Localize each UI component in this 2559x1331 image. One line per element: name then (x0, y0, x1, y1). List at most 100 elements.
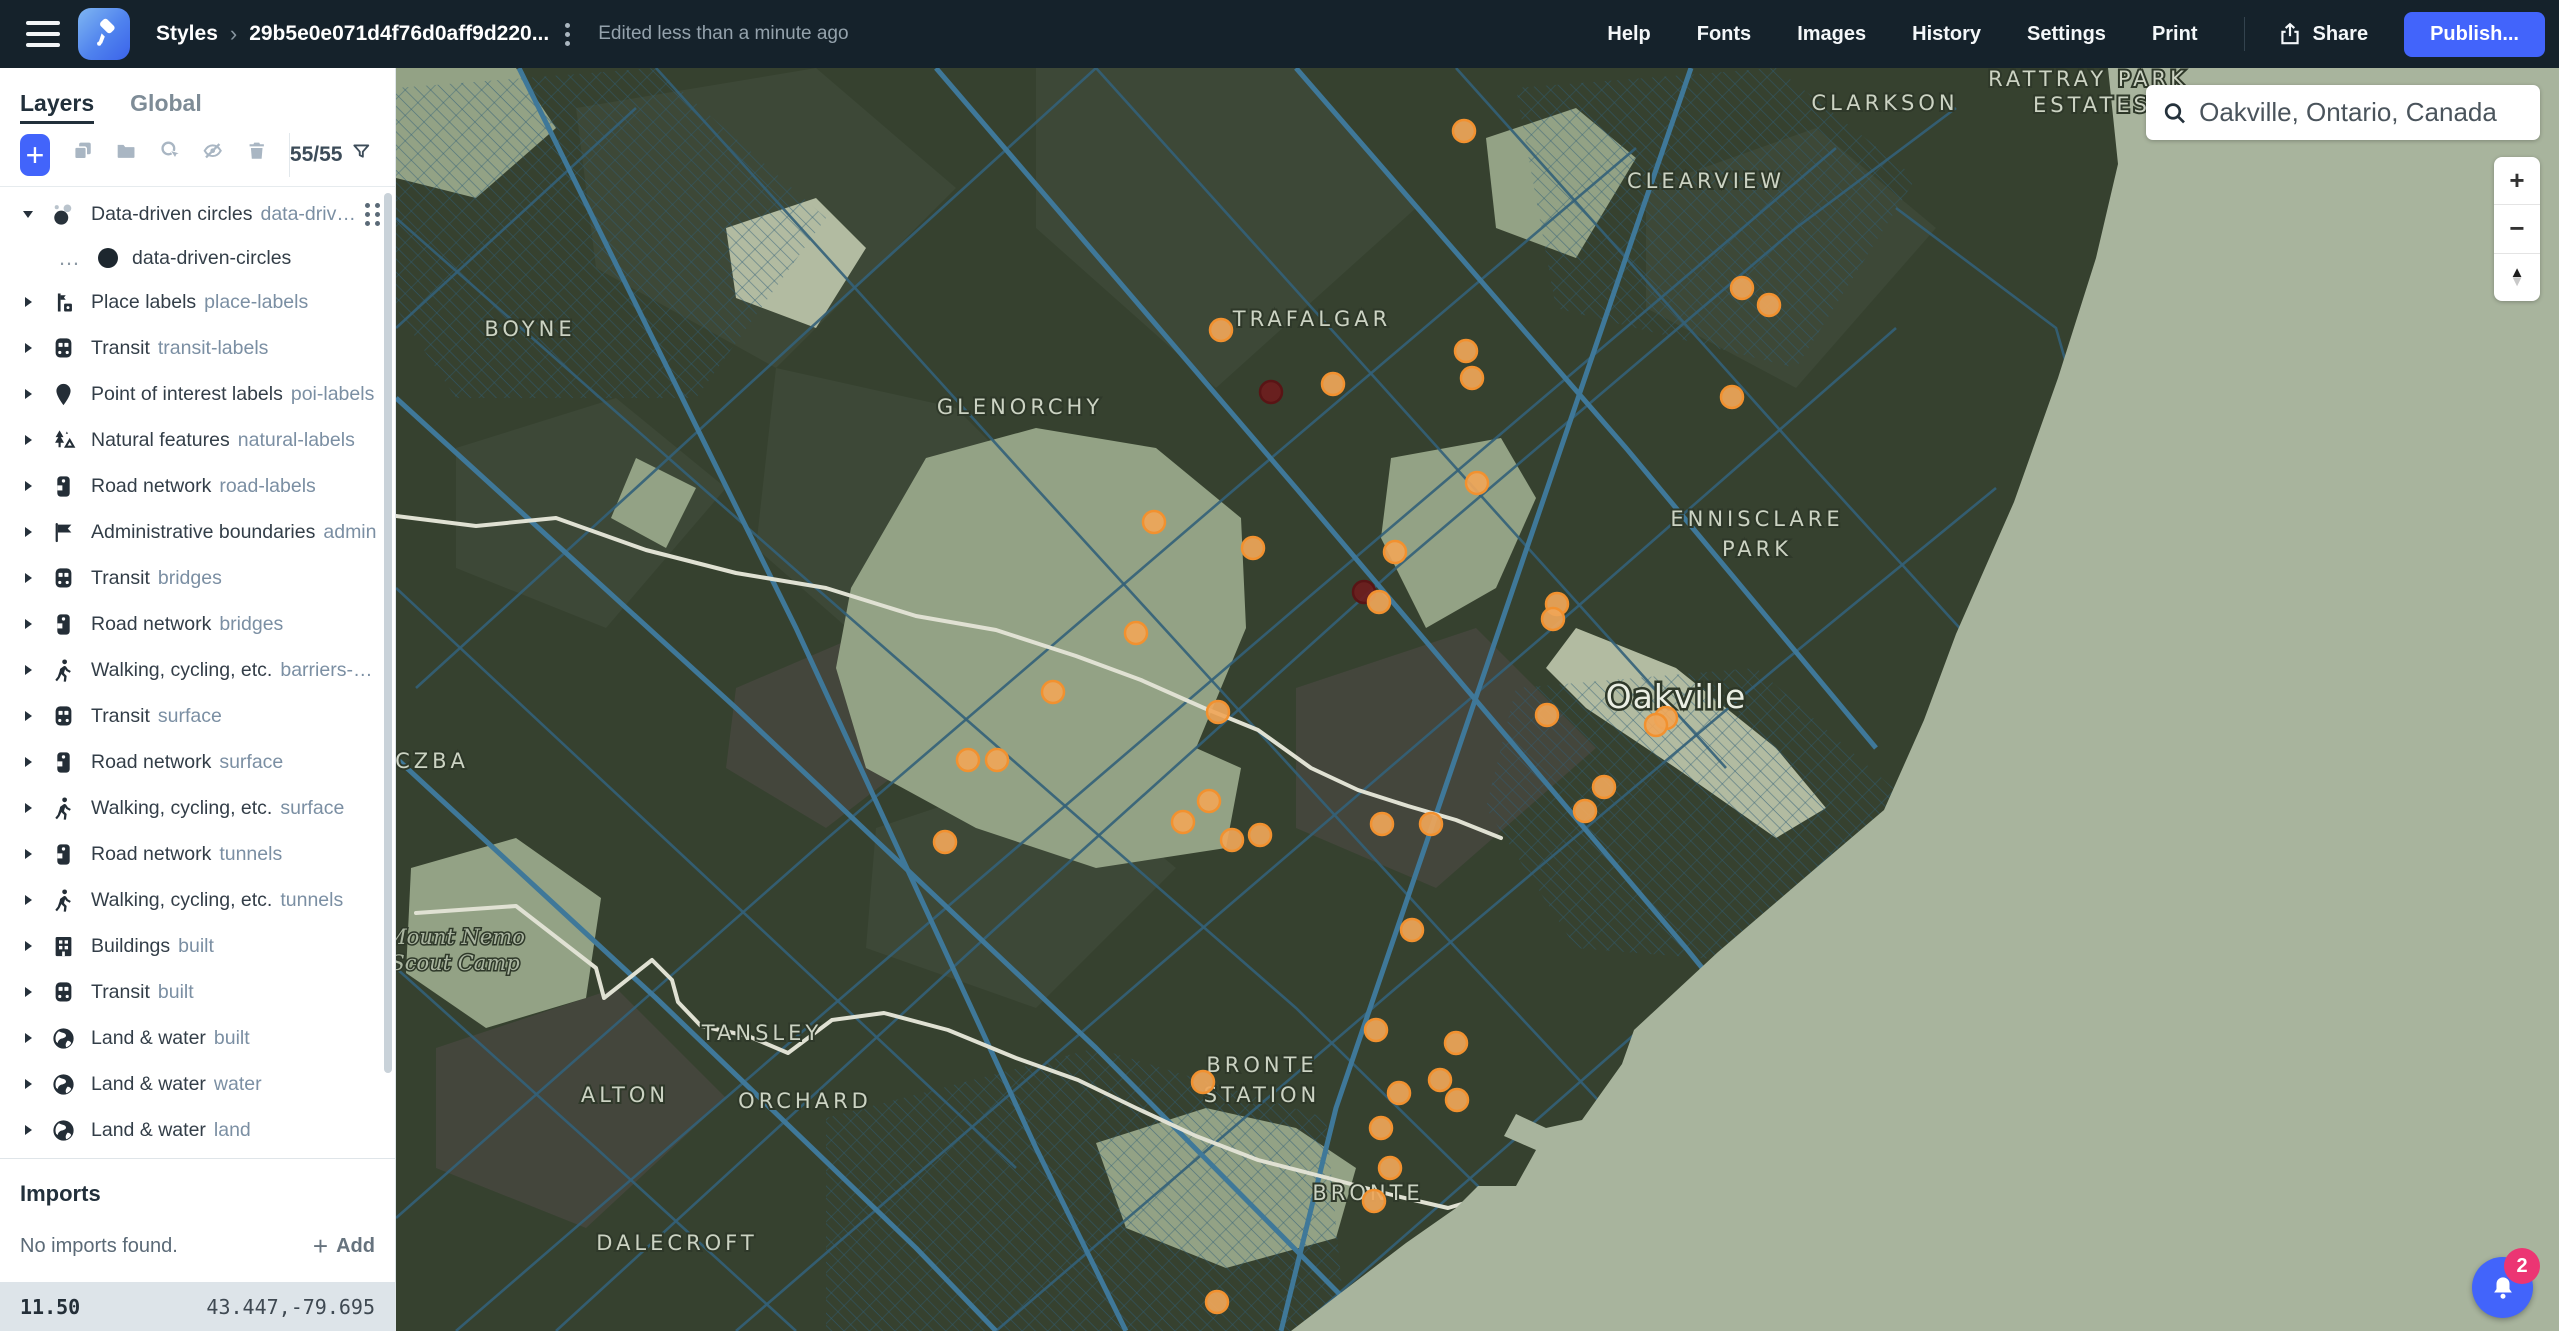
caret-right-icon[interactable] (20, 340, 36, 356)
map-data-circle[interactable] (1466, 472, 1488, 494)
map-data-circle[interactable] (986, 749, 1008, 771)
layer-group-row-expanded[interactable]: Data-driven circles data-driven-ci (0, 191, 395, 237)
caret-right-icon[interactable] (20, 754, 36, 770)
map-data-circle[interactable] (1242, 537, 1264, 559)
sidebar-scrollbar[interactable] (384, 193, 392, 1073)
map-data-circle[interactable] (1536, 704, 1558, 726)
layer-group-row-built[interactable]: Transitbuilt (0, 969, 395, 1015)
map-data-circle[interactable] (1574, 800, 1596, 822)
map-data-circle[interactable] (1370, 1117, 1392, 1139)
map-data-circle[interactable] (1206, 1291, 1228, 1313)
map-data-circle[interactable] (1455, 340, 1477, 362)
caret-right-icon[interactable] (20, 800, 36, 816)
map-data-circle[interactable] (1192, 1071, 1214, 1093)
map-data-circle[interactable] (934, 831, 956, 853)
layer-group-row-surface[interactable]: Walking, cycling, etc.surface (0, 785, 395, 831)
map-data-circle[interactable] (1143, 511, 1165, 533)
caret-right-icon[interactable] (20, 616, 36, 632)
tab-global[interactable]: Global (130, 90, 202, 124)
notifications-bell-button[interactable]: 2 (2472, 1257, 2533, 1318)
mapbox-studio-logo-icon[interactable] (78, 8, 130, 60)
zoom-out-button[interactable]: − (2494, 204, 2540, 252)
map-data-circle[interactable] (1379, 1157, 1401, 1179)
caret-right-icon[interactable] (20, 570, 36, 586)
caret-right-icon[interactable] (20, 938, 36, 954)
tab-layers[interactable]: Layers (20, 90, 94, 124)
caret-right-icon[interactable] (20, 524, 36, 540)
caret-right-icon[interactable] (20, 1122, 36, 1138)
map-data-circle[interactable] (1453, 120, 1475, 142)
caret-right-icon[interactable] (20, 1076, 36, 1092)
caret-right-icon[interactable] (20, 1030, 36, 1046)
map-data-circle[interactable] (1758, 294, 1780, 316)
map-data-circle[interactable] (1249, 824, 1271, 846)
compass-button[interactable]: ▲▼ (2494, 253, 2540, 301)
caret-right-icon[interactable] (20, 662, 36, 678)
layer-group-row-poi-labels[interactable]: Point of interest labelspoi-labels (0, 371, 395, 417)
filter-layers-funnel-icon[interactable] (352, 142, 371, 168)
map-data-circle[interactable] (1125, 622, 1147, 644)
breadcrumb-style-name[interactable]: 29b5e0e071d4f76d0aff9d220... (249, 22, 549, 46)
nav-item-fonts[interactable]: Fonts (1697, 23, 1751, 46)
map-data-circle[interactable] (1371, 813, 1393, 835)
publish-button[interactable]: Publish... (2404, 12, 2545, 57)
delete-layer-trash-icon[interactable] (246, 140, 267, 170)
style-options-kebab-icon[interactable] (565, 23, 570, 46)
layer-group-row-land[interactable]: Land & waterland (0, 1107, 395, 1153)
layer-group-row-admin[interactable]: Administrative boundariesadmin (0, 509, 395, 555)
map-data-circle[interactable] (1198, 790, 1220, 812)
layer-group-row-barriers-bridges[interactable]: Walking, cycling, etc.barriers-bridges (0, 647, 395, 693)
map-data-circle[interactable] (1363, 1190, 1385, 1212)
map-data-circle[interactable] (1042, 681, 1064, 703)
layer-group-row-road-labels[interactable]: Road networkroad-labels (0, 463, 395, 509)
map-data-circle[interactable] (957, 749, 979, 771)
map-data-circle[interactable] (1210, 319, 1232, 341)
select-layer-on-map-icon[interactable] (159, 140, 180, 170)
map-data-circle[interactable] (1461, 367, 1483, 389)
caret-right-icon[interactable] (20, 294, 36, 310)
zoom-in-button[interactable]: + (2494, 157, 2540, 204)
search-input[interactable] (2199, 97, 2524, 128)
layer-group-row-tunnels[interactable]: Road networktunnels (0, 831, 395, 877)
layer-group-row-water[interactable]: Land & waterwater (0, 1061, 395, 1107)
map-data-circle[interactable] (1645, 714, 1667, 736)
map-data-circle[interactable] (1446, 1089, 1468, 1111)
nav-item-settings[interactable]: Settings (2027, 23, 2106, 46)
caret-right-icon[interactable] (20, 846, 36, 862)
map-data-circle-dark[interactable] (1260, 381, 1282, 403)
share-button[interactable]: Share (2277, 21, 2369, 47)
caret-right-icon[interactable] (20, 386, 36, 402)
add-import-button[interactable]: + Add (313, 1231, 375, 1262)
duplicate-layer-icon[interactable] (72, 140, 93, 170)
map-data-circle[interactable] (1322, 373, 1344, 395)
layer-group-row-surface[interactable]: Transitsurface (0, 693, 395, 739)
caret-right-icon[interactable] (20, 432, 36, 448)
map-data-circle[interactable] (1731, 277, 1753, 299)
nav-item-help[interactable]: Help (1607, 23, 1650, 46)
layer-row-data-driven-circles[interactable]: … data-driven-circles (0, 237, 395, 279)
map-data-circle[interactable] (1384, 541, 1406, 563)
layer-group-row-built[interactable]: Land & waterbuilt (0, 1015, 395, 1061)
map-data-circle[interactable] (1388, 1082, 1410, 1104)
drag-handle-icon[interactable] (365, 203, 381, 226)
caret-down-icon[interactable] (20, 206, 36, 222)
map-canvas[interactable]: CLARKSONRATTRAY PARKESTATESCLEARVIEWTRAF… (396, 68, 2559, 1331)
caret-right-icon[interactable] (20, 984, 36, 1000)
layer-group-row-natural-labels[interactable]: Natural featuresnatural-labels (0, 417, 395, 463)
menu-icon[interactable] (26, 21, 60, 47)
caret-right-icon[interactable] (20, 892, 36, 908)
layer-group-row-transit-labels[interactable]: Transittransit-labels (0, 325, 395, 371)
nav-item-print[interactable]: Print (2152, 23, 2198, 46)
map-data-circle[interactable] (1721, 386, 1743, 408)
map-data-circle[interactable] (1429, 1069, 1451, 1091)
breadcrumb-styles[interactable]: Styles (156, 22, 218, 46)
map-data-circle[interactable] (1445, 1032, 1467, 1054)
caret-right-icon[interactable] (20, 478, 36, 494)
map-data-circle[interactable] (1207, 701, 1229, 723)
map-data-circle[interactable] (1420, 813, 1442, 835)
add-layer-button[interactable]: + (20, 134, 50, 176)
layer-group-row-place-labels[interactable]: Place labelsplace-labels (0, 279, 395, 325)
map-data-circle[interactable] (1172, 811, 1194, 833)
layer-group-row-bridges[interactable]: Road networkbridges (0, 601, 395, 647)
caret-right-icon[interactable] (20, 708, 36, 724)
